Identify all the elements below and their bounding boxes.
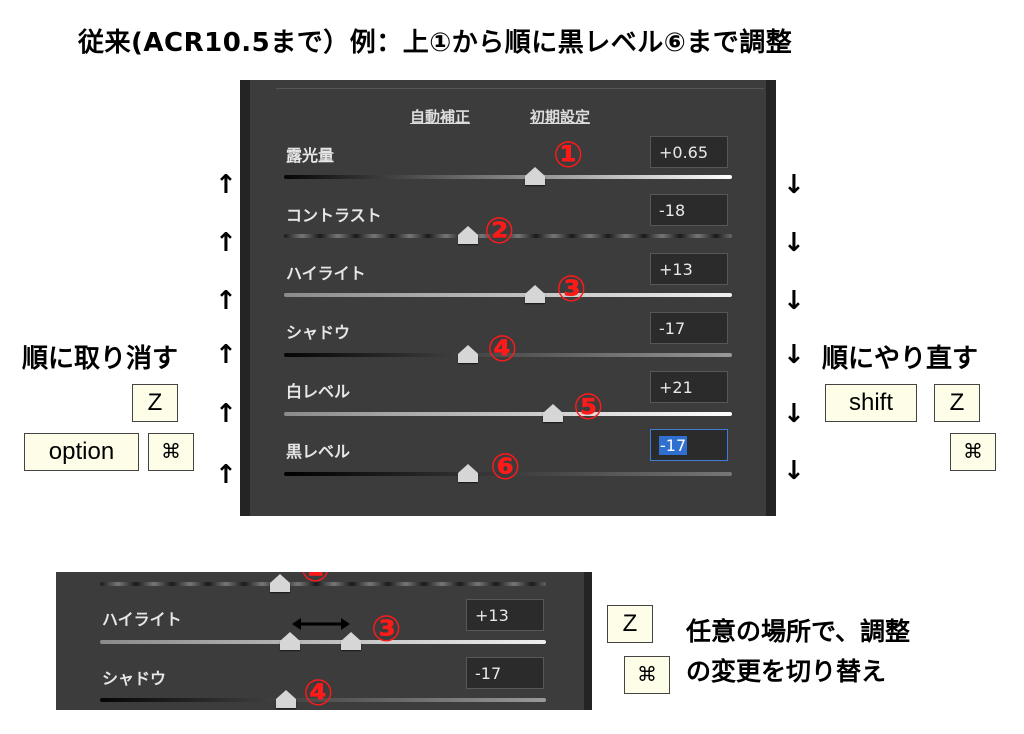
highlights-label: ハイライト <box>286 264 366 283</box>
down-arrow-icon: ↓ <box>783 170 805 200</box>
highlights-slider-track[interactable] <box>100 640 546 644</box>
contrast-value-field[interactable]: -18 <box>650 194 728 226</box>
command-key-icon: ⌘ <box>624 656 670 694</box>
shadows-label: シャドウ <box>286 323 351 342</box>
crop-right-edge <box>584 572 592 710</box>
panel-left-edge <box>240 80 250 516</box>
step-marker-1: ① <box>553 135 584 176</box>
shadows-value-field[interactable]: -17 <box>650 312 728 344</box>
down-arrow-icon: ↓ <box>783 340 805 370</box>
undo-label: 順に取り消す <box>22 344 179 374</box>
key-z: Z <box>934 384 980 422</box>
step-marker-2: ② <box>484 211 515 252</box>
step-marker-6: ⑥ <box>490 447 521 488</box>
double-arrow-icon <box>292 618 350 630</box>
panel-right-edge <box>766 80 776 516</box>
note-line-2: の変更を切り替え <box>686 657 887 686</box>
down-arrow-icon: ↓ <box>783 228 805 258</box>
command-key-icon: ⌘ <box>950 433 996 471</box>
key-shift: shift <box>825 384 917 422</box>
key-z: Z <box>132 384 178 422</box>
contrast-label: コントラスト <box>286 206 382 225</box>
exposure-slider-track[interactable] <box>284 175 732 179</box>
highlights-label: ハイライト <box>102 610 182 629</box>
step-marker-3: ③ <box>371 609 402 650</box>
command-key-icon: ⌘ <box>148 433 194 471</box>
step-marker-5: ⑤ <box>573 387 604 428</box>
up-arrow-icon: ↑ <box>215 286 237 316</box>
highlights-value-field[interactable]: +13 <box>466 599 544 631</box>
shadows-label: シャドウ <box>102 669 167 688</box>
shadows-value-field[interactable]: -17 <box>466 657 544 689</box>
down-arrow-icon: ↓ <box>783 456 805 486</box>
whites-slider-track[interactable] <box>284 412 732 416</box>
panel-divider <box>276 88 764 89</box>
key-z: Z <box>607 605 653 643</box>
blacks-value-selected: -17 <box>659 436 688 455</box>
whites-value-field[interactable]: +21 <box>650 371 728 403</box>
up-arrow-icon: ↑ <box>215 228 237 258</box>
step-marker-4: ④ <box>487 329 518 370</box>
up-arrow-icon: ↑ <box>215 399 237 429</box>
auto-button[interactable]: 自動補正 <box>410 106 470 127</box>
default-button[interactable]: 初期設定 <box>530 106 590 127</box>
blacks-label: 黒レベル <box>286 442 351 461</box>
key-option: option <box>24 433 139 471</box>
step-marker-3: ③ <box>556 269 587 310</box>
exposure-label: 露光量 <box>286 146 335 165</box>
up-arrow-icon: ↑ <box>215 170 237 200</box>
up-arrow-icon: ↑ <box>215 460 237 490</box>
step-marker-2-partial: ② <box>300 572 330 588</box>
highlights-slider-track[interactable] <box>284 293 732 297</box>
blacks-value-field[interactable]: -17 <box>650 429 728 461</box>
up-arrow-icon: ↑ <box>215 340 237 370</box>
down-arrow-icon: ↓ <box>783 399 805 429</box>
exposure-value-field[interactable]: +0.65 <box>650 136 728 168</box>
basic-adjustments-panel: 自動補正 初期設定 露光量 +0.65 ① コントラスト -18 ② ハイライト… <box>240 80 776 516</box>
note-line-1: 任意の場所で、調整 <box>686 617 911 646</box>
whites-label: 白レベル <box>286 382 351 401</box>
page-title: 従来(ACR10.5まで）例：上①から順に黒レベル⑥まで調整 <box>78 28 793 58</box>
step-marker-4: ④ <box>303 673 334 711</box>
zoomed-panel-crop: ② ハイライト +13 ③ シャドウ -17 ④ <box>56 572 592 710</box>
highlights-value-field[interactable]: +13 <box>650 253 728 285</box>
redo-label: 順にやり直す <box>822 344 979 374</box>
down-arrow-icon: ↓ <box>783 286 805 316</box>
